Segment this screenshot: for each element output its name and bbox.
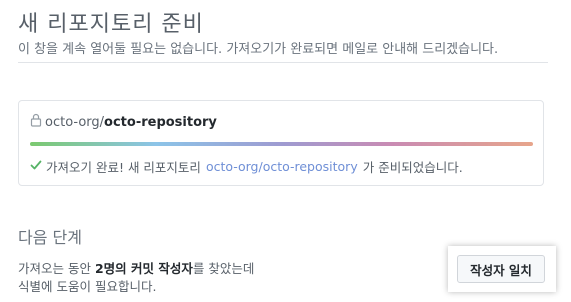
match-authors-highlight: 작성자 일치 [448, 246, 556, 292]
import-status-message: 가져오기 완료! 새 리포지토리 octo-org/octo-repositor… [30, 157, 463, 176]
repo-name: octo-repository [104, 114, 217, 130]
match-authors-button[interactable]: 작성자 일치 [457, 255, 545, 283]
header-divider [18, 62, 548, 63]
status-suffix: 가 준비되었습니다. [362, 160, 463, 175]
lock-icon [30, 113, 45, 131]
import-status-card: octo-org/octo-repository 가져오기 완료! 새 리포지토… [18, 100, 544, 186]
next-steps-heading: 다음 단계 [18, 228, 82, 247]
next-steps-text-part2: 를 찾았는데 [192, 261, 255, 276]
check-icon [30, 159, 46, 174]
new-repository-link[interactable]: octo-org/octo-repository [206, 159, 358, 174]
next-steps-description: 가져오는 동안 2명의 커밋 작성자를 찾았는데 식별에 도움이 필요합니다. [18, 260, 254, 296]
next-steps-text-part1: 가져오는 동안 [18, 261, 95, 276]
commit-authors-count: 2명의 커밋 작성자 [94, 261, 193, 276]
import-progress-fill [30, 142, 533, 146]
status-prefix: 가져오기 완료! 새 리포지토리 [46, 160, 201, 175]
repository-path: octo-org/octo-repository [30, 113, 217, 131]
import-progress-bar [30, 142, 533, 146]
page-title: 새 리포지토리 준비 [18, 12, 204, 37]
next-steps-text-line2: 식별에 도움이 필요합니다. [18, 279, 157, 294]
repo-owner: octo-org/ [45, 114, 105, 130]
page-subtitle: 이 창을 계속 열어둘 필요는 없습니다. 가져오기가 완료되면 메일로 안내해… [18, 42, 499, 57]
